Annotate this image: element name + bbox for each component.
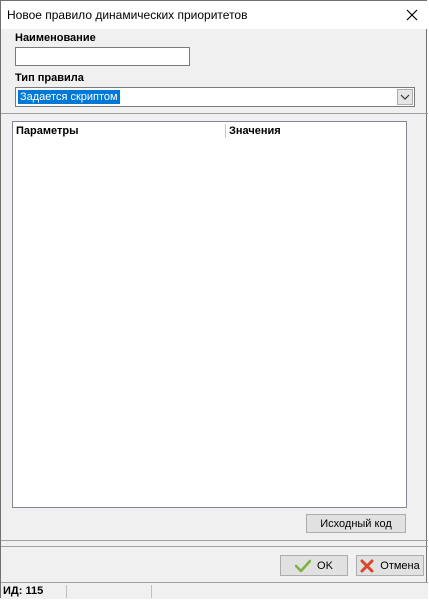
cancel-button-label: Отмена	[380, 559, 420, 572]
status-bar: ИД: 115	[1, 582, 428, 599]
close-icon	[406, 9, 418, 21]
title-bar: Новое правило динамических приоритетов	[1, 1, 428, 29]
rule-type-selected-value: Задается скриптом	[18, 90, 120, 104]
status-divider	[151, 585, 152, 598]
separator	[1, 546, 428, 547]
status-id-label: ИД:	[3, 585, 23, 597]
x-icon	[360, 559, 374, 572]
separator	[1, 540, 428, 541]
ok-button-label: OK	[317, 559, 333, 572]
column-header-parameters[interactable]: Параметры	[16, 125, 78, 137]
chevron-down-icon	[400, 94, 410, 100]
cancel-button[interactable]: Отмена	[356, 555, 424, 576]
column-divider[interactable]	[225, 124, 226, 138]
checkmark-icon	[295, 559, 312, 572]
status-id: ИД: 115	[3, 585, 43, 597]
separator	[1, 113, 428, 114]
dialog-window: Новое правило динамических приоритетов Н…	[0, 0, 428, 599]
status-id-value: 115	[25, 585, 44, 597]
source-code-button-label: Исходный код	[320, 517, 392, 530]
column-header-values[interactable]: Значения	[229, 125, 281, 137]
rule-type-dropdown-button[interactable]	[397, 89, 413, 105]
name-label: Наименование	[15, 32, 96, 44]
parameters-grid[interactable]: Параметры Значения	[12, 121, 407, 508]
window-title: Новое правило динамических приоритетов	[7, 8, 248, 22]
rule-type-label: Тип правила	[15, 72, 84, 84]
ok-button[interactable]: OK	[280, 555, 348, 576]
source-code-button[interactable]: Исходный код	[306, 514, 406, 533]
rule-type-select[interactable]: Задается скриптом	[15, 87, 415, 107]
name-input[interactable]	[15, 47, 190, 66]
close-button[interactable]	[402, 5, 422, 25]
status-divider	[66, 585, 67, 598]
